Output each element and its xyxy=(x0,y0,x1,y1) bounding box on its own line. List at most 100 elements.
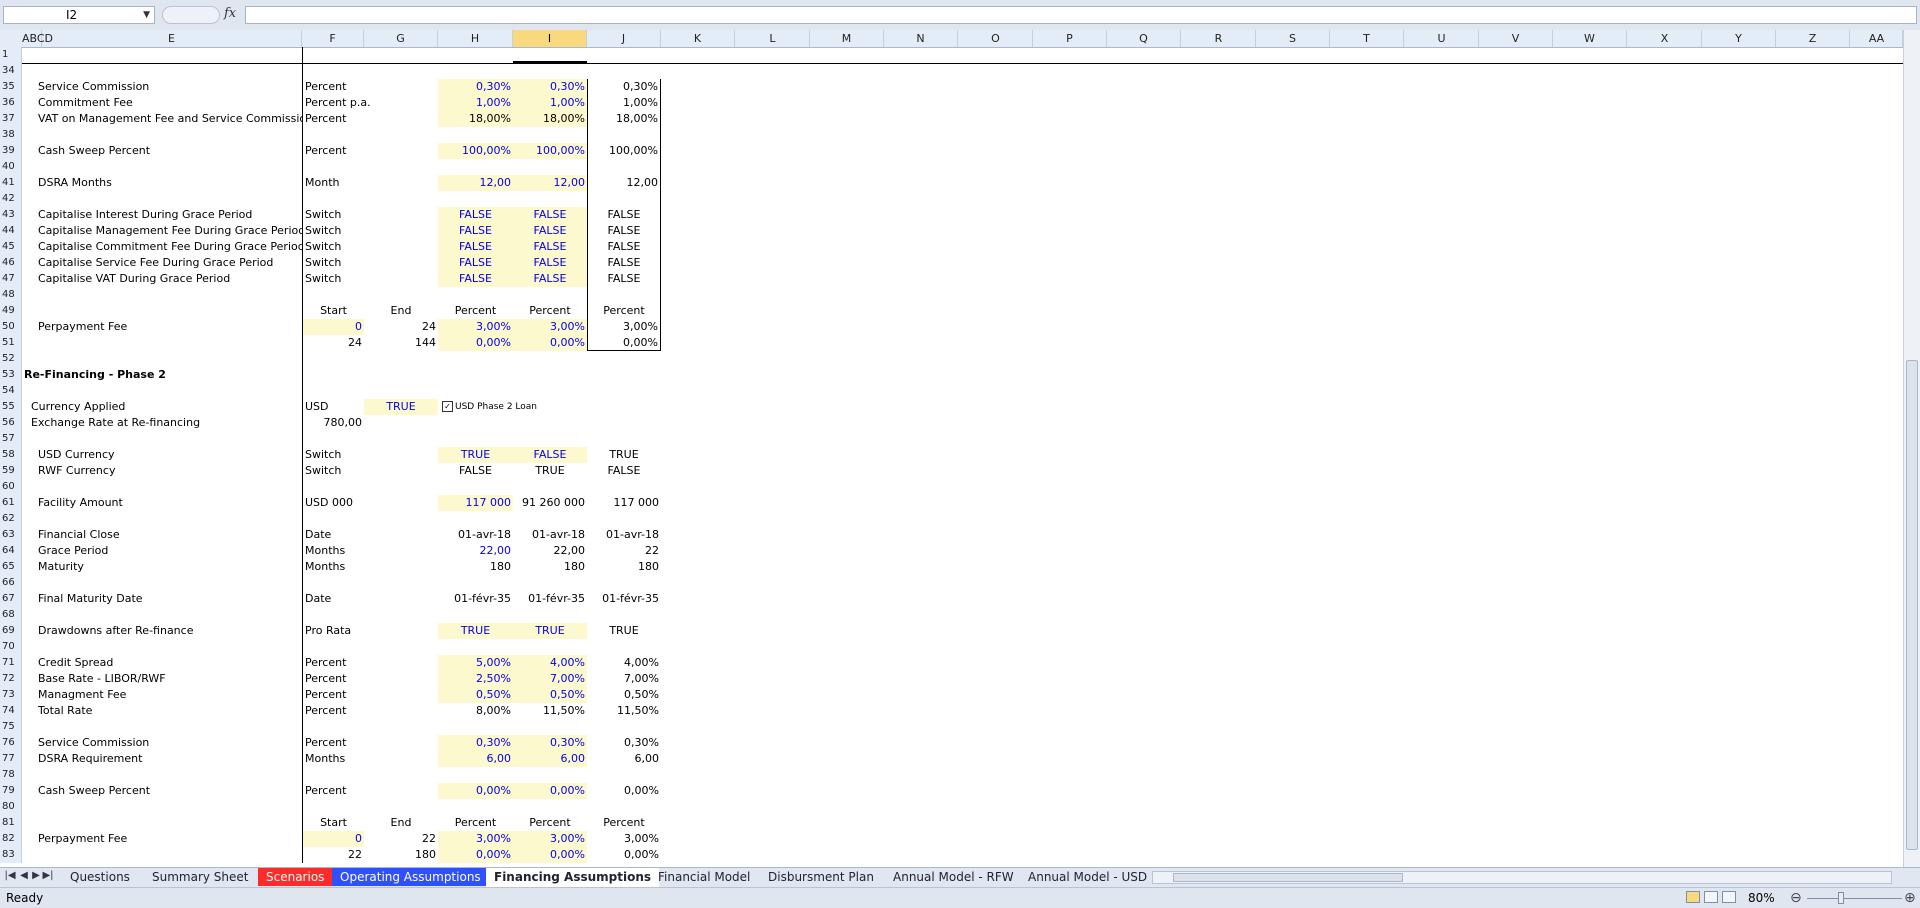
row-label[interactable]: Drawdowns after Re-finance xyxy=(36,623,302,639)
column-header-y[interactable]: Y xyxy=(1702,30,1776,47)
cell-g[interactable] xyxy=(364,351,438,367)
cell-j[interactable]: 12,00 xyxy=(587,175,661,191)
zoom-slider-thumb[interactable] xyxy=(1838,892,1844,904)
row-header[interactable]: 67 xyxy=(0,591,22,607)
cell-i[interactable] xyxy=(513,511,587,527)
cell-j[interactable]: TRUE xyxy=(587,447,661,463)
cell-h[interactable] xyxy=(438,639,513,655)
cell-h[interactable]: 8,00% xyxy=(438,703,513,719)
cell-j[interactable] xyxy=(587,799,661,815)
cell-g[interactable] xyxy=(364,79,438,95)
cell-h[interactable]: 01-avr-18 xyxy=(438,527,513,543)
column-header-g[interactable]: G xyxy=(364,30,438,47)
cell-g[interactable] xyxy=(364,687,438,703)
cell-f[interactable] xyxy=(302,639,364,655)
cell-j[interactable] xyxy=(587,575,661,591)
column-header-e[interactable]: E xyxy=(42,30,302,47)
zoom-in-icon[interactable]: ⊕ xyxy=(1904,888,1916,908)
cell-h[interactable]: FALSE xyxy=(438,255,513,271)
cell-f[interactable] xyxy=(302,607,364,623)
cell-j[interactable]: 117 000 xyxy=(587,495,661,511)
column-header-abcd[interactable]: ABCD xyxy=(22,30,53,47)
cell-f[interactable]: Months xyxy=(302,559,364,575)
row-header[interactable]: 36 xyxy=(0,95,22,111)
cell-i[interactable] xyxy=(513,639,587,655)
column-header-o[interactable]: O xyxy=(959,30,1033,47)
row-header[interactable]: 63 xyxy=(0,527,22,543)
cell-h[interactable]: 22,00 xyxy=(438,543,513,559)
cell-j[interactable] xyxy=(587,47,661,63)
cell-h[interactable] xyxy=(438,719,513,735)
cell-j[interactable]: 0,30% xyxy=(587,79,661,95)
sheet-tab[interactable]: Scenarios xyxy=(258,868,333,886)
cell-f[interactable]: Switch xyxy=(302,223,364,239)
cell-j[interactable]: FALSE xyxy=(587,255,661,271)
cell-j[interactable]: 0,00% xyxy=(587,335,661,351)
cell-j[interactable] xyxy=(587,399,661,415)
cell-f[interactable] xyxy=(302,479,364,495)
cell-j[interactable] xyxy=(587,287,661,303)
cell-h[interactable]: FALSE xyxy=(438,207,513,223)
cell-i[interactable]: 0,50% xyxy=(513,687,587,703)
next-sheet-icon[interactable]: ▶ xyxy=(30,870,42,881)
cell-g[interactable] xyxy=(364,159,438,175)
cell-g[interactable] xyxy=(364,47,438,63)
cell-g[interactable] xyxy=(364,623,438,639)
cell-g[interactable] xyxy=(364,767,438,783)
column-header-v[interactable]: V xyxy=(1479,30,1553,47)
cell-f[interactable]: Start xyxy=(302,303,364,319)
column-header-l[interactable]: L xyxy=(736,30,810,47)
cell-i[interactable] xyxy=(513,399,587,415)
cell-i[interactable] xyxy=(513,719,587,735)
cell-j[interactable]: FALSE xyxy=(587,207,661,223)
row-label[interactable]: Perpayment Fee xyxy=(36,319,302,335)
cell-f[interactable]: Percent xyxy=(302,783,364,799)
cell-i[interactable]: FALSE xyxy=(513,271,587,287)
cell-h[interactable] xyxy=(438,479,513,495)
cell-j[interactable] xyxy=(587,607,661,623)
cell-h[interactable]: 3,00% xyxy=(438,831,513,847)
cell-g[interactable] xyxy=(364,191,438,207)
row-label[interactable]: Credit Spread xyxy=(36,655,302,671)
column-header-i[interactable]: I xyxy=(513,30,587,47)
vertical-scrollbar[interactable] xyxy=(1903,30,1920,867)
cell-i[interactable]: FALSE xyxy=(513,207,587,223)
column-header-n[interactable]: N xyxy=(884,30,958,47)
cell-h[interactable] xyxy=(438,367,513,383)
row-header[interactable]: 75 xyxy=(0,719,22,735)
cell-g[interactable] xyxy=(364,447,438,463)
cell-h[interactable]: 0,00% xyxy=(438,335,513,351)
column-header-z[interactable]: Z xyxy=(1776,30,1850,47)
cell-i[interactable]: 0,30% xyxy=(513,735,587,751)
cell-f[interactable] xyxy=(302,719,364,735)
cell-g[interactable]: TRUE xyxy=(364,399,438,415)
cell-g[interactable]: 24 xyxy=(364,319,438,335)
cell-h[interactable]: Percent xyxy=(438,815,513,831)
cell-f[interactable]: Percent xyxy=(302,671,364,687)
insert-function-icon[interactable]: fx xyxy=(224,6,236,21)
cell-g[interactable]: 144 xyxy=(364,335,438,351)
cell-h[interactable]: 01-févr-35 xyxy=(438,591,513,607)
row-header[interactable]: 70 xyxy=(0,639,22,655)
cell-h[interactable]: 180 xyxy=(438,559,513,575)
cell-j[interactable]: Percent xyxy=(587,303,661,319)
cell-h[interactable]: 1,00% xyxy=(438,95,513,111)
row-header[interactable]: 58 xyxy=(0,447,22,463)
cell-i[interactable]: 6,00 xyxy=(513,751,587,767)
cell-f[interactable]: Switch xyxy=(302,255,364,271)
cell-g[interactable] xyxy=(364,671,438,687)
cell-i[interactable]: 180 xyxy=(513,559,587,575)
cell-g[interactable] xyxy=(364,95,438,111)
cell-j[interactable] xyxy=(587,159,661,175)
cell-i[interactable]: 1,00% xyxy=(513,95,587,111)
cell-g[interactable] xyxy=(364,207,438,223)
row-label[interactable]: Capitalise Commitment Fee During Grace P… xyxy=(36,239,302,255)
row-header[interactable]: 57 xyxy=(0,431,22,447)
cell-i[interactable]: 100,00% xyxy=(513,143,587,159)
cell-j[interactable] xyxy=(587,431,661,447)
cell-f[interactable]: 0 xyxy=(302,319,364,335)
cell-h[interactable] xyxy=(438,63,513,79)
cell-f[interactable] xyxy=(302,575,364,591)
cell-h[interactable] xyxy=(438,511,513,527)
cell-f[interactable] xyxy=(302,511,364,527)
